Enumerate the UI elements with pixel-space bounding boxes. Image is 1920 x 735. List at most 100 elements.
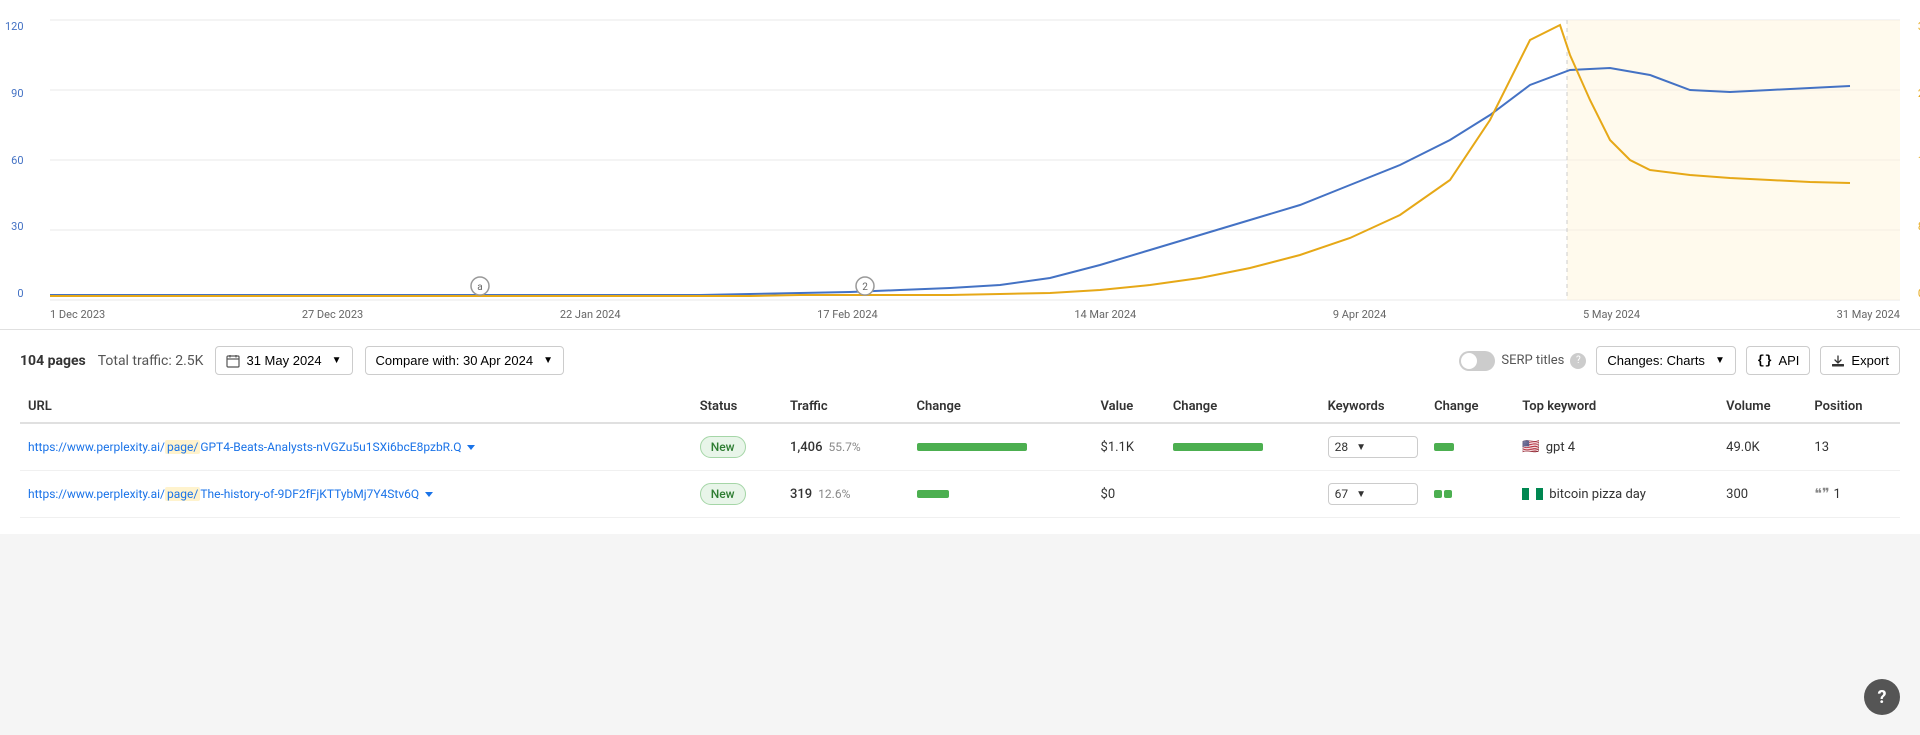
- col-status: Status: [692, 391, 782, 423]
- table-header-row: URL Status Traffic Change Value Change K…: [20, 391, 1900, 423]
- serp-titles-label: SERP titles: [1501, 353, 1564, 368]
- svg-text:a: a: [477, 282, 482, 293]
- chart-svg: a 2: [50, 20, 1900, 300]
- date-label: 31 May 2024: [246, 353, 321, 368]
- status-cell-2: New: [692, 471, 782, 518]
- x-label-2: 22 Jan 2024: [560, 308, 621, 321]
- keywords-num-1: 28: [1335, 440, 1349, 454]
- volume-cell-2: 300: [1718, 471, 1806, 518]
- serp-help-icon[interactable]: ?: [1570, 353, 1586, 369]
- col-change-3: Change: [1426, 391, 1514, 423]
- keywords-cell-1: 28 ▼: [1320, 423, 1427, 471]
- table-toolbar: 104 pages Total traffic: 2.5K 31 May 202…: [20, 346, 1900, 375]
- traffic-change-cell-1: [909, 423, 1093, 471]
- help-button[interactable]: ?: [1864, 679, 1900, 715]
- quote-icon-2: ❝❞: [1814, 486, 1829, 502]
- col-change-1: Change: [909, 391, 1093, 423]
- url-link-1[interactable]: https://www.perplexity.ai/page/GPT4-Beat…: [28, 440, 464, 454]
- keywords-change-bar-1: [1434, 443, 1454, 451]
- export-icon: [1831, 354, 1845, 368]
- api-label: API: [1778, 353, 1799, 368]
- volume-cell-1: 49.0K: [1718, 423, 1806, 471]
- top-keyword-text-2: bitcoin pizza day: [1549, 487, 1646, 502]
- compare-dropdown-arrow: ▼: [543, 355, 553, 366]
- keywords-select-1[interactable]: 28 ▼: [1328, 436, 1419, 458]
- top-keyword-2: bitcoin pizza day: [1522, 487, 1710, 502]
- svg-text:2: 2: [862, 282, 868, 293]
- flag-us-1: 🇺🇸: [1522, 439, 1539, 455]
- x-label-4: 14 Mar 2024: [1074, 308, 1136, 321]
- traffic-bar-2: 319 12.6%: [790, 487, 901, 502]
- value-change-cell-1: [1165, 423, 1320, 471]
- x-label-7: 31 May 2024: [1837, 308, 1900, 321]
- top-keyword-1: 🇺🇸 gpt 4: [1522, 439, 1710, 455]
- pages-count: 104 pages: [20, 353, 86, 369]
- col-url: URL: [20, 391, 692, 423]
- api-button[interactable]: {} API: [1746, 346, 1811, 375]
- right-controls: SERP titles ? Changes: Charts ▼ {} API E…: [1459, 346, 1900, 375]
- y-left-60: 60: [5, 154, 24, 167]
- export-label: Export: [1851, 353, 1889, 368]
- traffic-cell-1: 1,406 55.7%: [782, 423, 909, 471]
- flag-ng-2: [1522, 488, 1543, 500]
- status-badge-1: New: [700, 436, 746, 458]
- changes-button[interactable]: Changes: Charts ▼: [1596, 346, 1735, 375]
- url-highlight-1: page/: [165, 440, 200, 454]
- y-left-120: 120: [5, 20, 24, 33]
- keywords-cell-2: 67 ▼: [1320, 471, 1427, 518]
- col-volume: Volume: [1718, 391, 1806, 423]
- y-axis-left: 120 90 60 30 0: [5, 20, 24, 300]
- traffic-change-cell-2: [909, 471, 1093, 518]
- col-change-2: Change: [1165, 391, 1320, 423]
- value-change-bar-1: [1173, 443, 1263, 451]
- x-label-3: 17 Feb 2024: [817, 308, 878, 321]
- status-cell-1: New: [692, 423, 782, 471]
- position-num-2: 1: [1834, 487, 1841, 502]
- url-chevron-1[interactable]: [467, 445, 475, 450]
- top-keyword-text-1: gpt 4: [1546, 440, 1575, 455]
- changes-dropdown-arrow: ▼: [1715, 355, 1725, 366]
- table-row: https://www.perplexity.ai/page/The-histo…: [20, 471, 1900, 518]
- col-value: Value: [1093, 391, 1165, 423]
- url-link-2[interactable]: https://www.perplexity.ai/page/The-histo…: [28, 487, 422, 501]
- top-keyword-cell-2: bitcoin pizza day: [1514, 471, 1718, 518]
- x-axis: 1 Dec 2023 27 Dec 2023 22 Jan 2024 17 Fe…: [50, 308, 1900, 321]
- bar-segment-2: [1444, 490, 1452, 498]
- traffic-percent-1: 55.7%: [828, 440, 860, 454]
- traffic-percent-2: 12.6%: [818, 487, 850, 501]
- url-highlight-2: page/: [165, 487, 200, 501]
- compare-button[interactable]: Compare with: 30 Apr 2024 ▼: [365, 346, 564, 375]
- export-button[interactable]: Export: [1820, 346, 1900, 375]
- position-with-quote-2: ❝❞ 1: [1814, 486, 1892, 502]
- table-section: 104 pages Total traffic: 2.5K 31 May 202…: [0, 330, 1920, 534]
- traffic-cell-2: 319 12.6%: [782, 471, 909, 518]
- compare-label: Compare with: 30 Apr 2024: [376, 353, 534, 368]
- bar-segment-1: [1434, 490, 1442, 498]
- total-traffic: Total traffic: 2.5K: [98, 353, 204, 369]
- url-cell-1: https://www.perplexity.ai/page/GPT4-Beat…: [20, 423, 692, 471]
- col-traffic: Traffic: [782, 391, 909, 423]
- keywords-change-cell-1: [1426, 423, 1514, 471]
- date-picker-button[interactable]: 31 May 2024 ▼: [215, 346, 352, 375]
- col-top-keyword: Top keyword: [1514, 391, 1718, 423]
- table-row: https://www.perplexity.ai/page/GPT4-Beat…: [20, 423, 1900, 471]
- traffic-change-bar-1: [917, 443, 1027, 451]
- x-label-5: 9 Apr 2024: [1333, 308, 1386, 321]
- x-label-1: 27 Dec 2023: [302, 308, 363, 321]
- value-cell-2: $0: [1093, 471, 1165, 518]
- keywords-select-2[interactable]: 67 ▼: [1328, 483, 1419, 505]
- serp-toggle[interactable]: [1459, 351, 1495, 371]
- y-left-0: 0: [5, 287, 24, 300]
- api-braces-icon: {}: [1757, 353, 1773, 368]
- traffic-change-bar-2: [917, 490, 949, 498]
- chart-section: 120 90 60 30 0 a: [0, 0, 1920, 330]
- value-change-cell-2: [1165, 471, 1320, 518]
- value-cell-1: $1.1K: [1093, 423, 1165, 471]
- changes-label: Changes: Charts: [1607, 353, 1705, 368]
- date-dropdown-arrow: ▼: [332, 355, 342, 366]
- col-position: Position: [1806, 391, 1900, 423]
- y-left-90: 90: [5, 87, 24, 100]
- traffic-bar-1: 1,406 55.7%: [790, 440, 901, 455]
- url-chevron-2[interactable]: [425, 492, 433, 497]
- position-cell-2: ❝❞ 1: [1806, 471, 1900, 518]
